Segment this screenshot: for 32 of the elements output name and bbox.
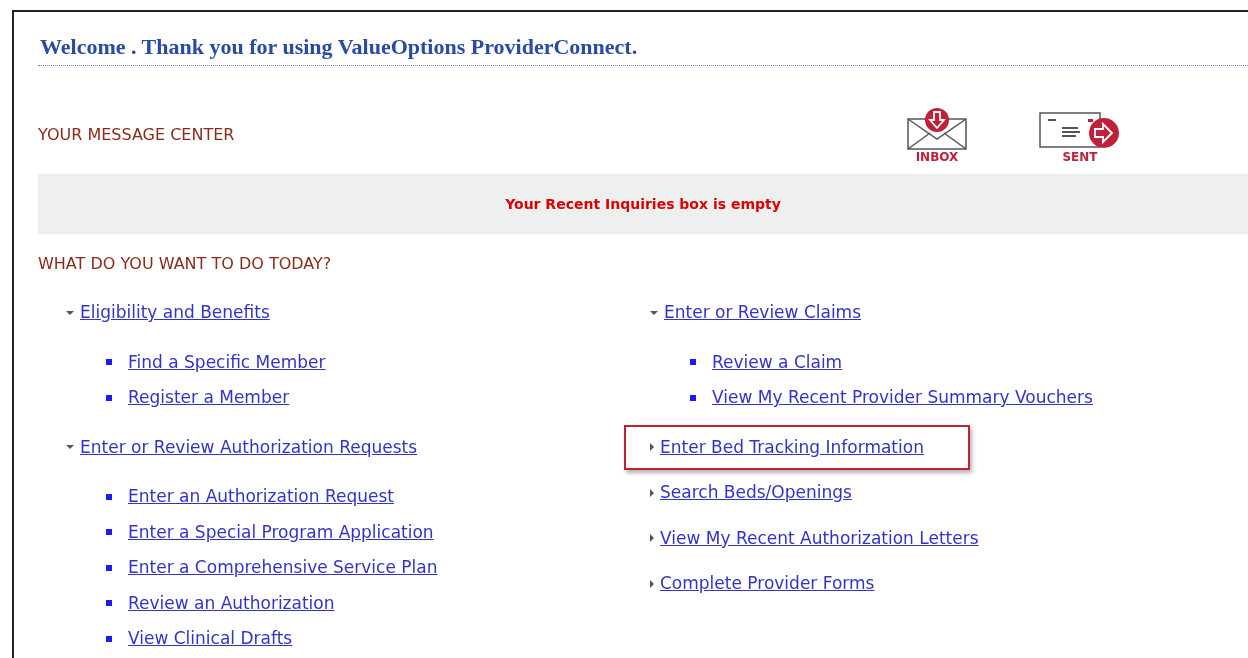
bullet-icon <box>106 529 112 536</box>
task-link[interactable]: Enter Bed Tracking Information <box>660 434 924 460</box>
section-title: WHAT DO YOU WANT TO DO TODAY? <box>38 253 333 275</box>
task-link[interactable]: Complete Provider Forms <box>660 571 875 597</box>
empty-notice: Your Recent Inquiries box is empty <box>505 194 781 214</box>
task-link[interactable]: Register a Member <box>128 385 290 411</box>
task-link[interactable]: View My Recent Authorization Letters <box>660 525 979 551</box>
task-link[interactable]: Search Beds/Openings <box>660 480 852 506</box>
envelope-download-icon <box>906 107 968 151</box>
bullet-icon <box>106 359 112 366</box>
task-link[interactable]: Enter or Review Authorization Requests <box>80 434 418 460</box>
inbox-button[interactable]: INBOX <box>906 107 968 163</box>
task-link[interactable]: Enter a Special Program Application <box>128 519 434 545</box>
bullet-icon <box>106 635 112 642</box>
task-link[interactable]: Review a Claim <box>712 349 843 375</box>
task-link[interactable]: View My Recent Provider Summary Vouchers <box>712 385 1093 411</box>
section-title: YOUR MESSAGE CENTER <box>38 124 236 146</box>
bullet-icon <box>106 564 112 571</box>
task-link[interactable]: Enter or Review Claims <box>664 300 862 326</box>
bullet-icon <box>106 394 112 401</box>
welcome-heading: Welcome . Thank you for using ValueOptions ProviderConnect. <box>38 30 1248 66</box>
task-link[interactable]: Enter a Comprehensive Service Plan <box>128 555 438 581</box>
task-link[interactable]: View Clinical Drafts <box>128 626 293 652</box>
task-link[interactable]: Find a Specific Member <box>128 349 326 375</box>
bullet-icon <box>106 600 112 607</box>
sent-button[interactable]: SENT <box>1038 107 1122 163</box>
bullet-icon <box>690 359 696 366</box>
bullet-icon <box>690 394 696 401</box>
task-link[interactable]: Enter an Authorization Request <box>128 484 394 510</box>
task-link[interactable]: Eligibility and Benefits <box>80 300 270 326</box>
bullet-icon <box>106 493 112 500</box>
task-link[interactable]: Review an Authorization <box>128 590 335 616</box>
